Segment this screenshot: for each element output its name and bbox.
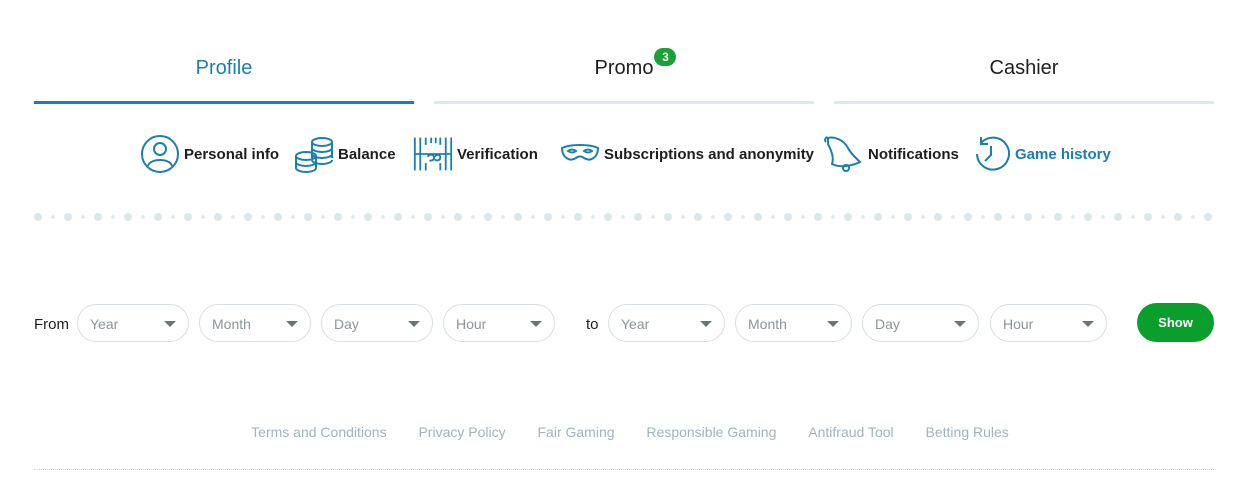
subnav-balance-label: Balance: [338, 145, 396, 163]
from-year-value: Year: [90, 316, 119, 332]
subnav-notifications[interactable]: Notifications: [824, 134, 959, 174]
history-clock-icon: [976, 136, 1010, 171]
subnav-verification[interactable]: Verification: [413, 134, 538, 174]
mask-icon: [560, 144, 600, 161]
subnav-personal-info[interactable]: Personal info: [140, 134, 279, 174]
promo-count-badge: 3: [654, 48, 677, 66]
chevron-down-icon: [827, 321, 839, 327]
tab-cashier-label: Cashier: [989, 57, 1059, 79]
chevron-down-icon: [1082, 321, 1094, 327]
to-month-select[interactable]: Month: [735, 304, 852, 342]
footer-links: Terms and Conditions Privacy Policy Fair…: [0, 424, 1260, 440]
tab-profile-label: Profile: [195, 57, 253, 79]
tab-cashier[interactable]: Cashier: [834, 0, 1214, 104]
chevron-down-icon: [530, 321, 542, 327]
chevron-down-icon: [408, 321, 420, 327]
coins-stack-icon: [295, 137, 333, 173]
to-day-value: Day: [875, 316, 900, 332]
from-hour-select[interactable]: Hour: [443, 304, 555, 342]
subnav-notifications-label: Notifications: [868, 145, 959, 163]
to-month-value: Month: [748, 316, 787, 332]
tab-promo-indicator: [434, 101, 814, 104]
footer-link-terms[interactable]: Terms and Conditions: [251, 424, 386, 440]
bell-icon: [824, 136, 862, 172]
from-label: From: [34, 316, 69, 333]
chevron-down-icon: [286, 321, 298, 327]
from-day-value: Day: [334, 316, 359, 332]
to-year-value: Year: [621, 316, 650, 332]
subnav-balance[interactable]: Balance: [294, 134, 396, 174]
from-hour-value: Hour: [456, 316, 487, 332]
subnav-game-history-label: Game history: [1015, 145, 1111, 163]
to-year-select[interactable]: Year: [608, 304, 725, 342]
footer-link-fair-gaming[interactable]: Fair Gaming: [538, 424, 615, 440]
tab-cashier-indicator: [834, 101, 1214, 104]
from-month-select[interactable]: Month: [199, 304, 311, 342]
tab-promo-label: Promo: [594, 57, 654, 79]
user-circle-icon: [141, 135, 179, 173]
footer-link-privacy[interactable]: Privacy Policy: [418, 424, 505, 440]
footer-link-responsible-gaming[interactable]: Responsible Gaming: [646, 424, 776, 440]
main-tabs: Profile Promo 3 Cashier: [34, 0, 1214, 104]
subnav-subscriptions-label: Subscriptions and anonymity: [604, 145, 815, 163]
from-year-select[interactable]: Year: [77, 304, 189, 342]
footer-link-betting-rules[interactable]: Betting Rules: [926, 424, 1009, 440]
tab-profile[interactable]: Profile: [34, 0, 414, 104]
footer-link-antifraud[interactable]: Antifraud Tool: [808, 424, 893, 440]
from-day-select[interactable]: Day: [321, 304, 433, 342]
chevron-down-icon: [164, 321, 176, 327]
tab-profile-indicator: [34, 101, 414, 104]
tab-promo-label-wrap: Promo 3: [434, 48, 814, 80]
chevron-down-icon: [700, 321, 712, 327]
to-day-select[interactable]: Day: [862, 304, 979, 342]
subnav-game-history[interactable]: Game history: [971, 134, 1111, 174]
to-hour-value: Hour: [1003, 316, 1034, 332]
subnav-verification-label: Verification: [457, 145, 538, 163]
tab-promo[interactable]: Promo 3: [434, 0, 814, 104]
footer-divider: [34, 469, 1214, 470]
dotted-divider: [34, 213, 1212, 221]
chevron-down-icon: [954, 321, 966, 327]
subnav-subscriptions[interactable]: Subscriptions and anonymity: [560, 134, 814, 174]
show-button[interactable]: Show: [1137, 303, 1214, 342]
subnav-personal-info-label: Personal info: [184, 145, 280, 163]
date-filter: From Year Month Day Hour to Year Month D…: [0, 304, 1260, 344]
from-month-value: Month: [212, 316, 251, 332]
profile-subnav: Personal info Balance Verification Subsc…: [0, 134, 1260, 174]
to-hour-select[interactable]: Hour: [990, 304, 1107, 342]
to-label: to: [586, 316, 599, 333]
tab-promo-label-container: Promo 3: [594, 48, 677, 80]
passport-barcode-icon: [413, 137, 453, 171]
